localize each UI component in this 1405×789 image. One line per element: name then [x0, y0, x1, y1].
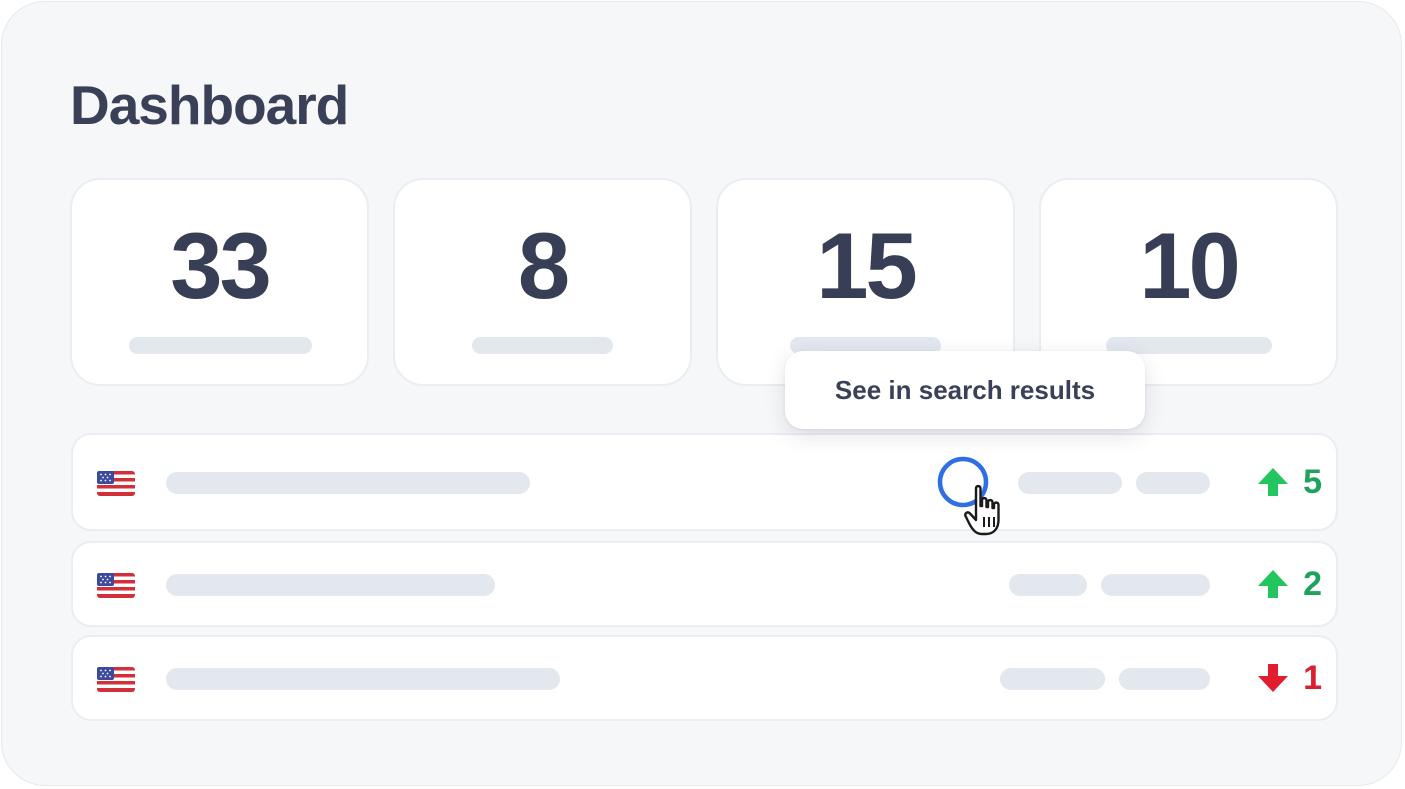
stat-value: 15 — [816, 213, 918, 318]
row-title-placeholder — [166, 472, 530, 494]
row-title-placeholder — [166, 668, 560, 690]
stat-value: 10 — [1139, 213, 1241, 318]
stat-value: 8 — [517, 213, 570, 318]
row-title-placeholder — [166, 574, 495, 596]
trend-value: 1 — [1303, 659, 1322, 697]
row-meta-placeholder — [1119, 668, 1210, 690]
us-flag-icon — [97, 573, 135, 598]
tooltip-label: See in search results — [834, 374, 1096, 405]
trend-indicator: 5 — [1257, 462, 1322, 502]
stat-label-placeholder — [129, 337, 312, 354]
us-flag-icon — [97, 667, 135, 692]
row-meta-placeholder — [1000, 668, 1105, 690]
trend-value: 2 — [1303, 565, 1322, 603]
row-meta-placeholder — [1136, 472, 1210, 494]
stat-card[interactable]: 8 — [393, 178, 692, 386]
us-flag-icon — [97, 471, 135, 496]
trend-value: 5 — [1303, 463, 1322, 501]
stat-value: 33 — [170, 213, 272, 318]
row-meta-placeholder — [1018, 472, 1122, 494]
trend-indicator: 1 — [1257, 658, 1322, 698]
arrow-down-icon — [1258, 664, 1289, 692]
trend-indicator: 2 — [1257, 564, 1322, 604]
stat-label-placeholder — [472, 337, 613, 354]
page-title: Dashboard — [70, 74, 349, 136]
list-item[interactable]: 1 — [71, 635, 1338, 721]
list-item[interactable]: 2 — [71, 541, 1338, 627]
list-item[interactable]: 5 — [71, 433, 1338, 531]
row-meta-placeholder — [1101, 574, 1210, 596]
pointer-hand-icon — [964, 484, 1000, 536]
dashboard-panel: Dashboard 33 8 15 10 5 2 1 See in search… — [1, 1, 1402, 786]
row-meta-placeholder — [1009, 574, 1087, 596]
arrow-up-icon — [1258, 570, 1289, 598]
stat-card[interactable]: 33 — [70, 178, 369, 386]
arrow-up-icon — [1258, 468, 1289, 496]
tooltip[interactable]: See in search results — [785, 351, 1145, 429]
